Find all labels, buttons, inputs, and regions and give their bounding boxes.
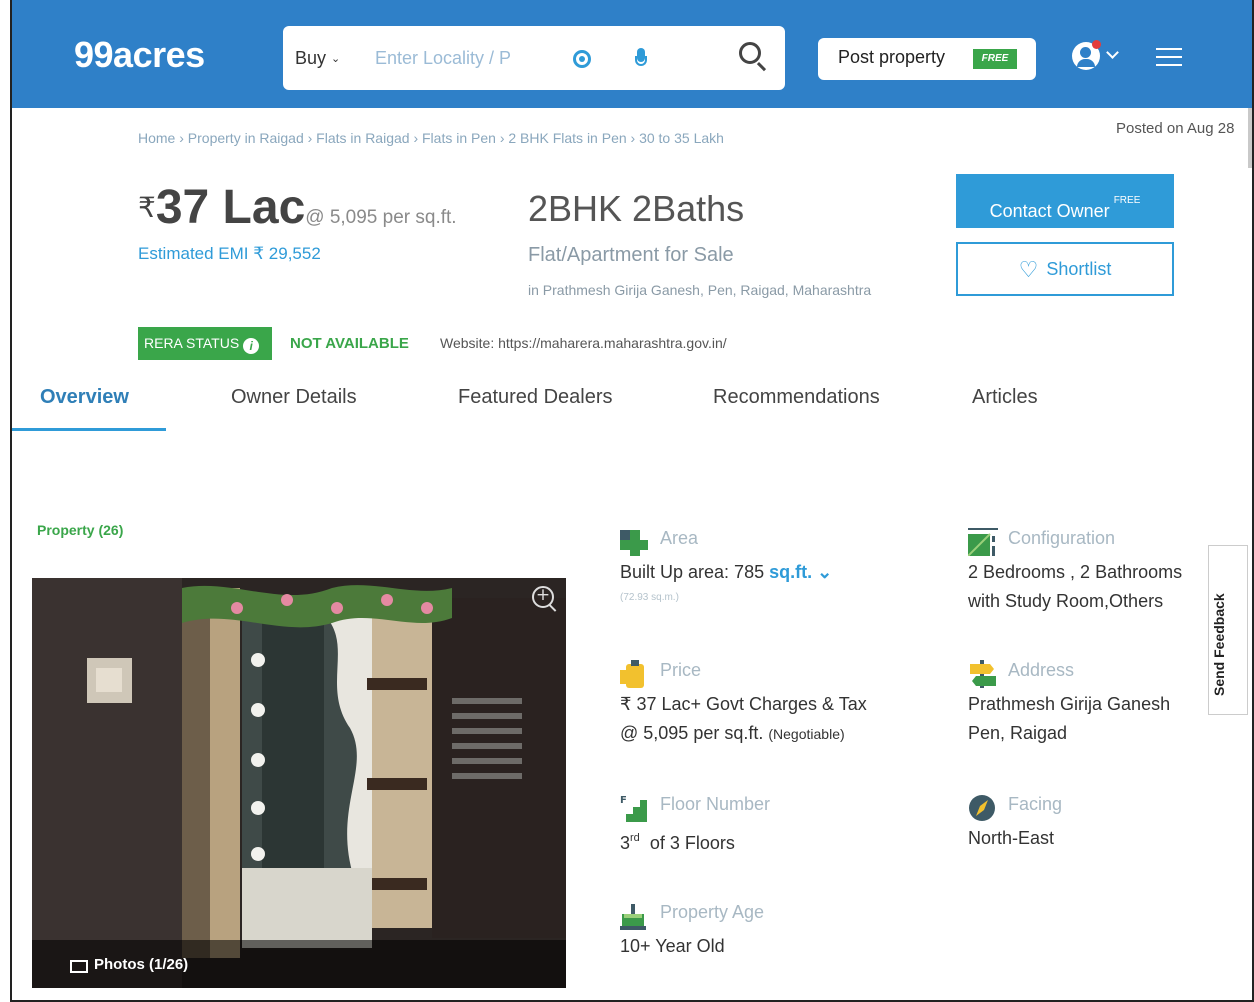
price-line1: ₹ 37 Lac+ Govt Charges & Tax xyxy=(620,694,867,714)
address-line2: Pen, Raigad xyxy=(968,723,1068,743)
property-age-value: 10+ Year Old xyxy=(620,936,725,956)
tab-articles[interactable]: Articles xyxy=(972,386,1038,409)
site-logo[interactable]: 99acres xyxy=(74,34,205,76)
negotiable-note: (Negotiable) xyxy=(768,726,845,742)
detail-configuration: Configuration 2 Bedrooms , 2 Bathrooms w… xyxy=(968,528,1208,618)
info-icon[interactable]: i xyxy=(243,338,260,354)
search-bar: Buy ⌄ xyxy=(283,26,785,90)
floor-label: Floor Number xyxy=(660,794,771,814)
configuration-value: 2 Bedrooms , 2 Bathrooms with Study Room… xyxy=(968,558,1182,616)
facing-value: North-East xyxy=(968,828,1055,848)
chevron-down-icon: ⌄ xyxy=(331,53,341,65)
detail-address: Address Prathmesh Girija Ganesh Pen, Rai… xyxy=(968,660,1208,750)
price-amount: 37 Lac xyxy=(155,181,306,234)
rera-website[interactable]: Website: https://maharera.maharashtra.go… xyxy=(440,335,727,351)
price-block: ₹37 Lac@ 5,095 per sq.ft. xyxy=(138,180,457,235)
shortlist-label: Shortlist xyxy=(1046,259,1112,279)
signpost-icon xyxy=(970,660,996,688)
floor-total: of 3 Floors xyxy=(649,833,735,853)
microphone-icon[interactable] xyxy=(635,48,647,70)
rera-badge-label: RERA STATUS xyxy=(144,335,240,351)
notification-dot xyxy=(1092,40,1101,49)
top-nav-bar: 99acres Buy ⌄ Post property FREE xyxy=(12,0,1252,108)
free-tag: FREE xyxy=(973,49,1017,69)
price-tag-icon xyxy=(620,660,644,688)
floor-suffix: rd xyxy=(630,832,640,844)
price-label: Price xyxy=(660,660,702,680)
search-input[interactable] xyxy=(375,44,535,72)
address-label: Address xyxy=(1008,660,1075,680)
listing-configuration: 2BHK 2Baths xyxy=(528,188,745,229)
detail-floor: F Floor Number 3rd of 3 Floors xyxy=(620,794,940,864)
floor-stairs-icon: F xyxy=(620,795,647,822)
area-sqm: (72.93 sq.m.) xyxy=(620,592,679,603)
contact-owner-label: Contact Owner xyxy=(989,201,1110,221)
cake-icon xyxy=(620,904,646,930)
buy-dropdown[interactable]: Buy ⌄ xyxy=(295,48,340,69)
detail-facing: Facing North-East xyxy=(968,794,1208,864)
send-feedback-label: Send Feedback xyxy=(1211,593,1227,696)
floor-number: 3 xyxy=(620,833,631,853)
detail-area: Area Built Up area: 785 sq.ft. ⌄ (72.93 … xyxy=(620,528,940,618)
unit-selector[interactable]: sq.ft. ⌄ xyxy=(769,562,832,582)
section-tabs: Overview Owner Details Featured Dealers … xyxy=(12,380,1252,434)
unit-selector-label: sq.ft. xyxy=(769,562,813,582)
rera-status-badge[interactable]: RERA STATUS i xyxy=(138,327,272,360)
active-tab-indicator xyxy=(12,428,166,431)
photos-link[interactable]: Photos (1/26) xyxy=(94,956,188,973)
tab-owner-details[interactable]: Owner Details xyxy=(231,386,357,409)
configuration-icon xyxy=(968,528,998,556)
floor-value: 3rd of 3 Floors xyxy=(620,824,735,858)
listing-type: Flat/Apartment for Sale xyxy=(528,244,734,266)
tab-featured-dealers[interactable]: Featured Dealers xyxy=(458,386,613,409)
scrollbar-thumb[interactable] xyxy=(1248,108,1252,168)
property-age-label: Property Age xyxy=(660,902,765,922)
search-icon[interactable] xyxy=(739,42,761,64)
rera-status-value: NOT AVAILABLE xyxy=(290,335,409,352)
buy-dropdown-label: Buy xyxy=(295,48,327,68)
address-value: Prathmesh Girija Ganesh Pen, Raigad xyxy=(968,690,1170,748)
detail-property-age: Property Age 10+ Year Old xyxy=(620,902,940,972)
detail-price: Price ₹ 37 Lac+ Govt Charges & Tax @ 5,0… xyxy=(620,660,940,750)
post-property-label: Post property xyxy=(838,47,946,67)
property-photo-count: Property (26) xyxy=(37,522,124,538)
page-frame: 99acres Buy ⌄ Post property FREE Home › … xyxy=(10,0,1254,1002)
shortlist-button[interactable]: ♡ Shortlist xyxy=(956,242,1174,296)
currency-symbol: ₹ xyxy=(138,192,156,223)
contact-owner-button[interactable]: Contact OwnerFREE xyxy=(956,174,1174,228)
listing-location: in Prathmesh Girija Ganesh, Pen, Raigad,… xyxy=(528,282,872,298)
built-up-area: Built Up area: 785 xyxy=(620,562,765,582)
price-value: ₹ 37 Lac+ Govt Charges & Tax @ 5,095 per… xyxy=(620,690,867,749)
compass-icon xyxy=(969,795,995,821)
svg-text:F: F xyxy=(620,795,627,806)
zoom-in-icon[interactable] xyxy=(532,585,554,608)
send-feedback-tab[interactable]: Send Feedback xyxy=(1208,545,1248,715)
post-property-button[interactable]: Post property FREE xyxy=(818,38,1036,80)
chevron-down-icon[interactable] xyxy=(1106,46,1119,59)
price-per-sqft: @ 5,095 per sq.ft. xyxy=(305,207,457,228)
tab-recommendations[interactable]: Recommendations xyxy=(713,386,880,409)
posted-date: Posted on Aug 28 xyxy=(1116,120,1235,137)
configuration-line1: 2 Bedrooms , 2 Bathrooms xyxy=(968,562,1183,582)
area-label: Area xyxy=(660,528,699,548)
estimated-emi-link[interactable]: Estimated EMI ₹ 29,552 xyxy=(138,244,321,264)
address-line1: Prathmesh Girija Ganesh xyxy=(968,694,1171,714)
area-icon xyxy=(620,530,648,556)
hamburger-menu-icon[interactable] xyxy=(1156,48,1182,66)
area-value: Built Up area: 785 sq.ft. ⌄ xyxy=(620,558,832,587)
free-tag: FREE xyxy=(1113,195,1141,206)
heart-icon: ♡ xyxy=(1018,257,1039,282)
price-line2: @ 5,095 per sq.ft. xyxy=(620,723,764,743)
tab-overview[interactable]: Overview xyxy=(40,386,129,409)
property-photo[interactable]: Photos (1/26) xyxy=(32,578,566,988)
configuration-label: Configuration xyxy=(1008,528,1116,548)
property-photo-image xyxy=(32,578,566,988)
breadcrumb[interactable]: Home › Property in Raigad › Flats in Rai… xyxy=(138,130,724,146)
configuration-line2: with Study Room,Others xyxy=(968,591,1164,611)
facing-label: Facing xyxy=(1008,794,1063,814)
image-icon xyxy=(70,960,88,973)
locate-me-icon[interactable] xyxy=(573,50,591,68)
